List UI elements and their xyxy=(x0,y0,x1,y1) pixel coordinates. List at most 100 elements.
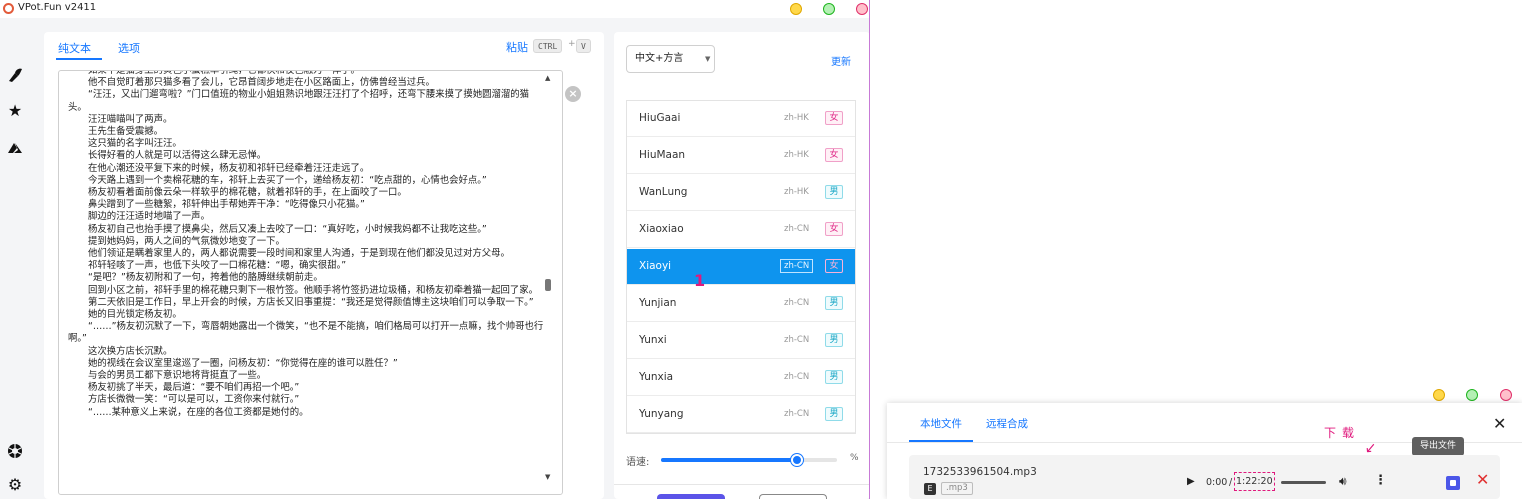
voice-name: Yunxi xyxy=(639,334,667,346)
voice-locale: zh-HK xyxy=(784,113,809,123)
chevron-down-icon: ▼ xyxy=(705,55,711,63)
export-file-button[interactable] xyxy=(1446,476,1460,490)
text-paragraph: 今天路上遇到一个卖棉花糖的车，祁轩上去买了一个，递给杨友初：“吃点甜的，心情也会… xyxy=(88,174,487,186)
time-current: 0:00 xyxy=(1206,477,1228,488)
text-paragraph: 她的视线在会议室里逡巡了一圈，问杨友初：“你觉得在座的谁可以胜任？” xyxy=(88,357,398,369)
scroll-up-arrow[interactable]: ▲ xyxy=(545,74,550,82)
icon-rail: ★ ⚙ xyxy=(0,18,30,499)
text-paragraph: 杨友初看着面前像云朵一样软乎的棉花糖，就着祁轩的手，在上面咬了一口。 xyxy=(88,187,407,199)
title-bar: VPot.Fun v2411 xyxy=(0,0,869,18)
text-paragraph: 第二天依旧是工作日，早上开会的时候，方店长又旧事重提：“我还是觉得颜值博主这块咱… xyxy=(88,296,534,308)
update-button[interactable]: 更新 xyxy=(831,53,851,68)
text-paragraph: 鼻尖蹭到了一些糖絮，祁轩伸出手帮她弄干净：“吃得像只小花猫。” xyxy=(88,199,365,211)
voice-locale: zh-HK xyxy=(784,187,809,197)
voice-gender-badge: 男 xyxy=(825,407,843,421)
download-window: 本地文件 远程合成 ✕ 下载 ↓ 导出文件 1732533961504.mp3 … xyxy=(887,403,1522,499)
text-paragraph: 与会的男员工都下意识地将背挺直了一些。 xyxy=(88,370,267,382)
text-paragraph: 杨友初自己也抬手摸了摸鼻尖，然后又凑上去咬了一口：“真好吃，小时候我妈都不让我吃… xyxy=(88,223,487,235)
settings-icon[interactable]: ⚙ xyxy=(6,476,24,494)
text-paragraph: 她的目光锁定杨友初。 xyxy=(88,309,182,321)
export-icon xyxy=(1450,480,1456,486)
voice-item-xiaoyi[interactable]: Xiaoyi zh-CN 女 xyxy=(627,249,855,285)
scrollbar-thumb[interactable] xyxy=(545,279,551,291)
language-select-value: 中文+方言 xyxy=(635,53,684,64)
voice-gender-badge: 男 xyxy=(825,370,843,384)
time-total: 1:22:20 xyxy=(1234,472,1275,491)
voice-item-yunxia[interactable]: Yunxia zh-CN 男 xyxy=(627,360,855,396)
volume-icon[interactable]: 🔊︎ xyxy=(1339,474,1347,489)
speed-slider-thumb[interactable] xyxy=(790,454,803,466)
voice-locale: zh-CN xyxy=(784,298,810,308)
text-paragraph: “……某种意义上来说，在座的各位工资都是她付的。 xyxy=(88,406,309,418)
time-separator: / xyxy=(1229,477,1233,488)
voice-gender-badge: 女 xyxy=(825,111,843,125)
voice-name: Yunyang xyxy=(639,408,684,420)
voice-item-yunxi[interactable]: Yunxi zh-CN 男 xyxy=(627,323,855,359)
tab-local-files[interactable]: 本地文件 xyxy=(920,416,962,431)
voice-locale: zh-CN xyxy=(784,224,810,234)
minimize-button[interactable] xyxy=(790,3,802,15)
close-window-button[interactable] xyxy=(856,3,868,15)
secondary-button[interactable] xyxy=(759,494,827,499)
azure-icon[interactable] xyxy=(6,139,24,157)
tab-underline xyxy=(56,58,102,60)
voice-item-yunyang[interactable]: Yunyang zh-CN 男 xyxy=(627,397,855,433)
text-paragraph: 脚边的汪汪适时地喵了一声。 xyxy=(88,211,210,223)
more-options-icon[interactable]: ⋮ xyxy=(1374,473,1387,488)
text-paragraph: 提到她妈妈，两人之间的气氛微妙地变了一下。 xyxy=(88,235,285,247)
kbd-v: V xyxy=(576,39,591,53)
voice-item-wanlung[interactable]: WanLung zh-HK 男 xyxy=(627,175,855,211)
voice-item-hiumaan[interactable]: HiuMaan zh-HK 女 xyxy=(627,138,855,174)
voice-locale: zh-CN xyxy=(784,335,810,345)
voice-name: Xiaoxiao xyxy=(639,223,684,235)
speed-slider-fill xyxy=(661,458,797,462)
voice-gender-badge: 女 xyxy=(825,222,843,236)
openai-icon[interactable] xyxy=(6,442,24,460)
speed-unit: % xyxy=(850,453,859,463)
text-paragraph: 回到小区之前，祁轩手里的棉花糖只剩下一根竹签。他顺手将竹签扔进垃圾桶，和杨友初牵… xyxy=(88,284,539,296)
export-tooltip: 导出文件 xyxy=(1412,437,1464,456)
voice-name: HiuMaan xyxy=(639,149,686,161)
text-paragraph: 他们领证是瞒着家里人的，两人都说需要一段时间和家里人沟通，于是到现在他们都没见过… xyxy=(88,248,510,260)
maximize-button-2[interactable] xyxy=(1466,389,1478,401)
main-window: VPot.Fun v2411 ★ ⚙ 纯文本 选项 粘贴 CTRL + V 如果… xyxy=(0,0,870,499)
voice-item-hiugaai[interactable]: HiuGaai zh-HK 女 xyxy=(627,101,855,137)
close-icon[interactable]: ✕ xyxy=(1493,414,1506,433)
generate-button[interactable] xyxy=(657,494,725,499)
text-content[interactable]: 如果不是猫身上的黄色小蛋糕牵引绳，它都快和夜色融为一体了。 他不自觉盯着那只猫多看… xyxy=(68,71,544,419)
play-icon[interactable]: ▶ xyxy=(1187,476,1195,487)
panel-divider xyxy=(614,484,869,485)
speed-slider[interactable] xyxy=(661,454,837,466)
voice-item-yunjian[interactable]: Yunjian zh-CN 男 xyxy=(627,286,855,322)
text-input-area[interactable]: 如果不是猫身上的黄色小蛋糕牵引绳，它都快和夜色融为一体了。 他不自觉盯着那只猫多看… xyxy=(58,70,563,495)
audio-progress-bar[interactable] xyxy=(1281,481,1326,484)
voice-name: HiuGaai xyxy=(639,112,681,124)
tab-options[interactable]: 选项 xyxy=(118,40,140,56)
voice-item-xiaoxiao[interactable]: Xiaoxiao zh-CN 女 xyxy=(627,212,855,248)
paste-button[interactable]: 粘贴 xyxy=(506,39,528,55)
app-title: VPot.Fun v2411 xyxy=(18,2,97,13)
voice-locale: zh-CN xyxy=(784,372,810,382)
voice-gender-badge: 男 xyxy=(825,296,843,310)
voice-name: WanLung xyxy=(639,186,688,198)
close-window-button-2[interactable] xyxy=(1500,389,1512,401)
star-icon[interactable]: ★ xyxy=(6,102,24,120)
voice-name: Xiaoyi xyxy=(639,260,672,272)
maximize-button[interactable] xyxy=(823,3,835,15)
file-row: 1732533961504.mp3 E .mp3 ▶ 0:00 / 1:22:2… xyxy=(909,455,1500,499)
scroll-down-arrow[interactable]: ▼ xyxy=(545,473,550,481)
voice-locale: zh-CN xyxy=(780,259,814,273)
minimize-button-2[interactable] xyxy=(1433,389,1445,401)
text-paragraph: 他不自觉盯着那只猫多看了会儿，它昂首阔步地走在小区路面上，仿佛曾经当过兵。 xyxy=(88,77,435,89)
brush-icon[interactable] xyxy=(6,66,24,84)
language-select[interactable]: 中文+方言 ▼ xyxy=(626,45,715,73)
voice-gender-badge: 女 xyxy=(825,259,843,273)
text-paragraph: 王先生备受震撼。 xyxy=(88,126,164,138)
tab-remote-synthesis[interactable]: 远程合成 xyxy=(986,416,1028,431)
voice-gender-badge: 女 xyxy=(825,148,843,162)
delete-icon[interactable]: ✕ xyxy=(1476,470,1489,489)
app-logo-icon xyxy=(3,3,14,14)
download-annotation: 下载 xyxy=(1324,426,1361,440)
clear-text-button[interactable]: × xyxy=(565,86,581,102)
tab-plain-text[interactable]: 纯文本 xyxy=(58,40,91,56)
